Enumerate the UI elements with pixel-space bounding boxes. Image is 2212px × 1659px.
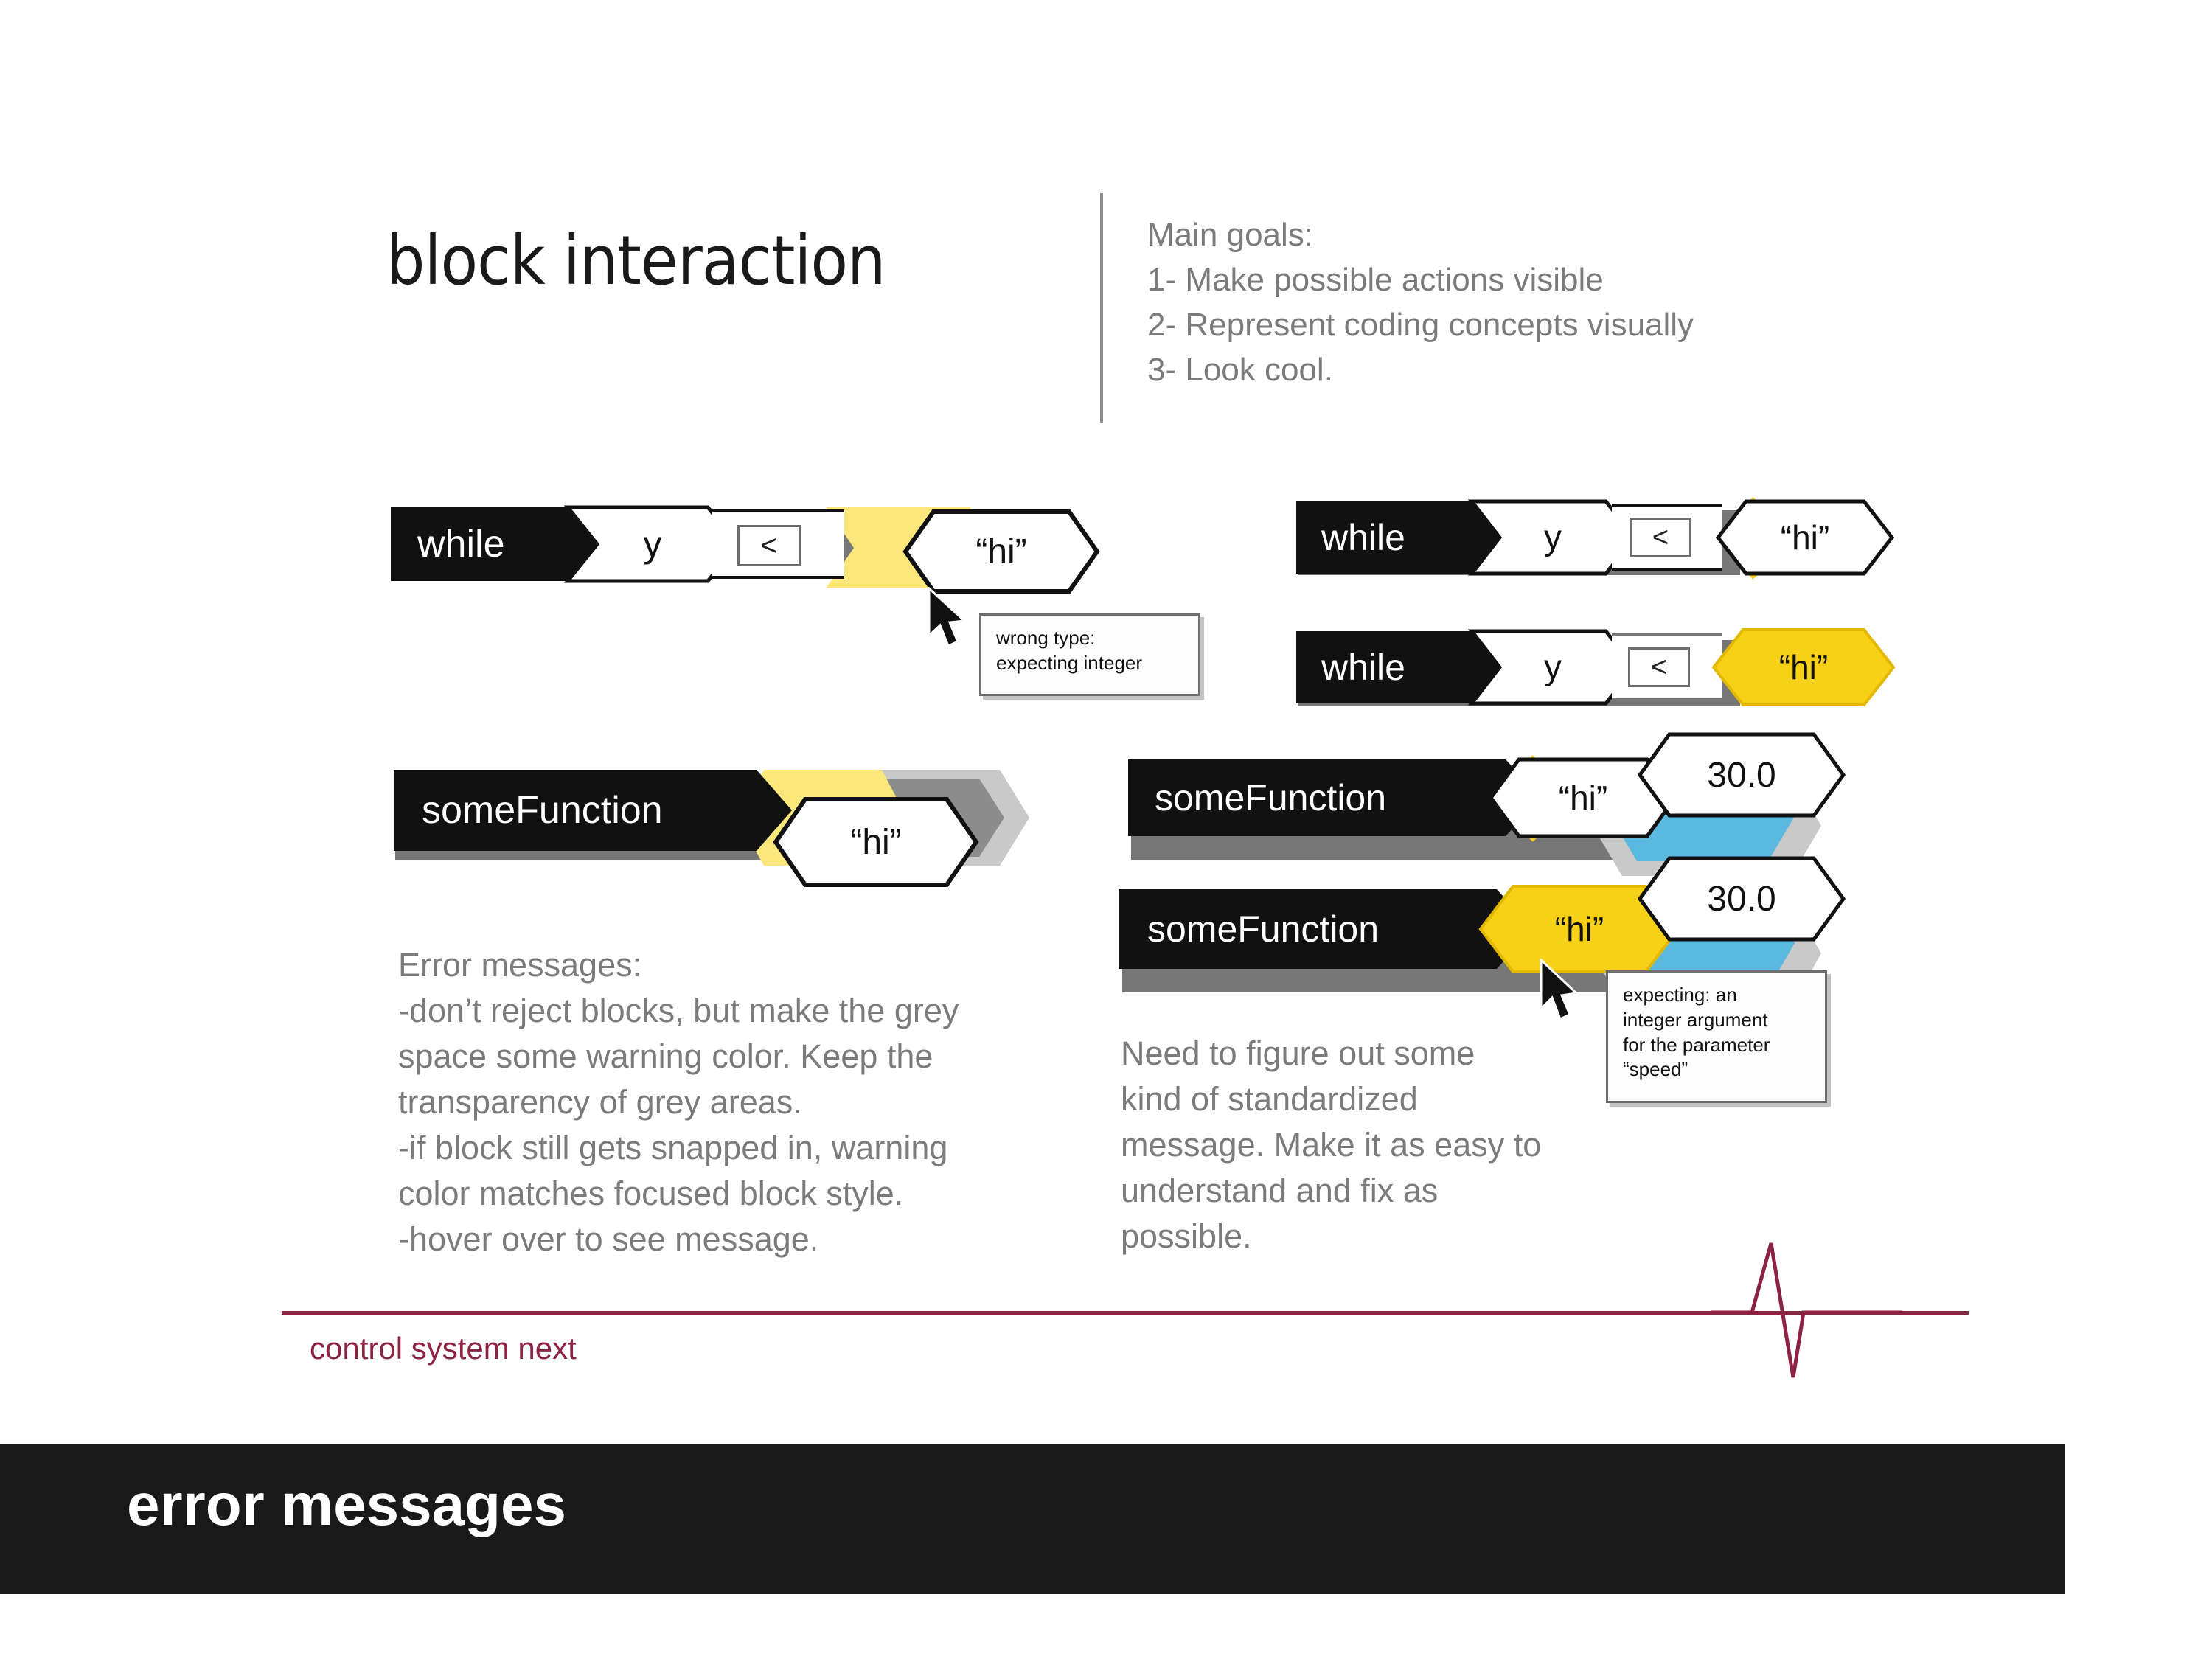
operator-box[interactable]: <	[1630, 518, 1691, 557]
mouse-cursor-icon	[1540, 959, 1579, 1021]
notes-left-line-6: color matches focused block style.	[398, 1175, 904, 1212]
goal-item-1: 1- Make possible actions visible	[1147, 262, 1604, 298]
tooltip-expecting-speed: expecting: an integer argument for the p…	[1606, 970, 1827, 1103]
footer-title: error messages	[127, 1472, 566, 1537]
goal-item-3: 3- Look cool.	[1147, 352, 1333, 388]
heartbeat-icon	[1711, 1242, 1902, 1378]
notes-right-line-1: Need to figure out some	[1121, 1034, 1475, 1072]
mouse-cursor-icon	[928, 587, 967, 648]
goal-heading: Main goals:	[1147, 217, 1314, 253]
somefunction-keyword-bar-shape	[394, 770, 792, 851]
notes-left-line-7: -hover over to see message.	[398, 1220, 819, 1258]
argument-hex-hi[interactable]	[902, 509, 1100, 594]
notes-left-line-5: -if block still gets snapped in, warning	[398, 1129, 948, 1166]
notes-left-line-1: Error messages:	[398, 946, 642, 984]
tooltip-line-4: “speed”	[1623, 1058, 1688, 1081]
notes-right-line-2: kind of standardized	[1121, 1080, 1418, 1118]
tooltip-line-2: expecting integer	[996, 651, 1143, 674]
argument-hex-hi[interactable]	[1715, 499, 1895, 576]
slide-canvas: block interaction Main goals: 1- Make po…	[0, 0, 2212, 1659]
operator-box[interactable]: <	[737, 525, 801, 566]
tooltip-wrong-type: wrong type: expecting integer	[979, 613, 1200, 696]
notes-right-line-3: message. Make it as easy to	[1121, 1126, 1542, 1164]
tooltip-line-1: wrong type:	[996, 627, 1096, 649]
operator-box[interactable]: <	[1628, 647, 1690, 687]
argument-hex-hi[interactable]	[773, 797, 979, 887]
variable-slot-y[interactable]	[1467, 629, 1637, 706]
title-divider	[1100, 193, 1103, 423]
argument-hex-hi[interactable]	[1711, 628, 1896, 706]
next-section-label: control system next	[310, 1331, 577, 1366]
tooltip-line-3: for the parameter	[1623, 1033, 1770, 1056]
tooltip-line-2: integer argument	[1623, 1008, 1768, 1031]
somefunction-keyword-bar-shape	[1128, 759, 1541, 836]
notes-right-line-4: understand and fix as	[1121, 1172, 1439, 1209]
notes-left-line-3: space some warning color. Keep the	[398, 1037, 933, 1075]
number-hex-30[interactable]	[1637, 732, 1846, 818]
notes-left-line-2: -don’t reject blocks, but make the grey	[398, 992, 959, 1029]
notes-left: Error messages: -don’t reject blocks, bu…	[398, 942, 1077, 1262]
goal-item-2: 2- Represent coding concepts visually	[1147, 307, 1694, 343]
tooltip-line-1: expecting: an	[1623, 984, 1737, 1006]
main-goals-list: Main goals: 1- Make possible actions vis…	[1147, 212, 1855, 392]
notes-left-line-4: transparency of grey areas.	[398, 1083, 802, 1121]
notes-right-line-5: possible.	[1121, 1217, 1252, 1255]
somefunction-keyword-bar-shape	[1119, 889, 1532, 969]
number-hex-30[interactable]	[1637, 856, 1846, 942]
variable-slot-y[interactable]	[1467, 499, 1637, 576]
page-title: block interaction	[386, 221, 886, 300]
notes-right: Need to figure out some kind of standard…	[1121, 1031, 1622, 1259]
